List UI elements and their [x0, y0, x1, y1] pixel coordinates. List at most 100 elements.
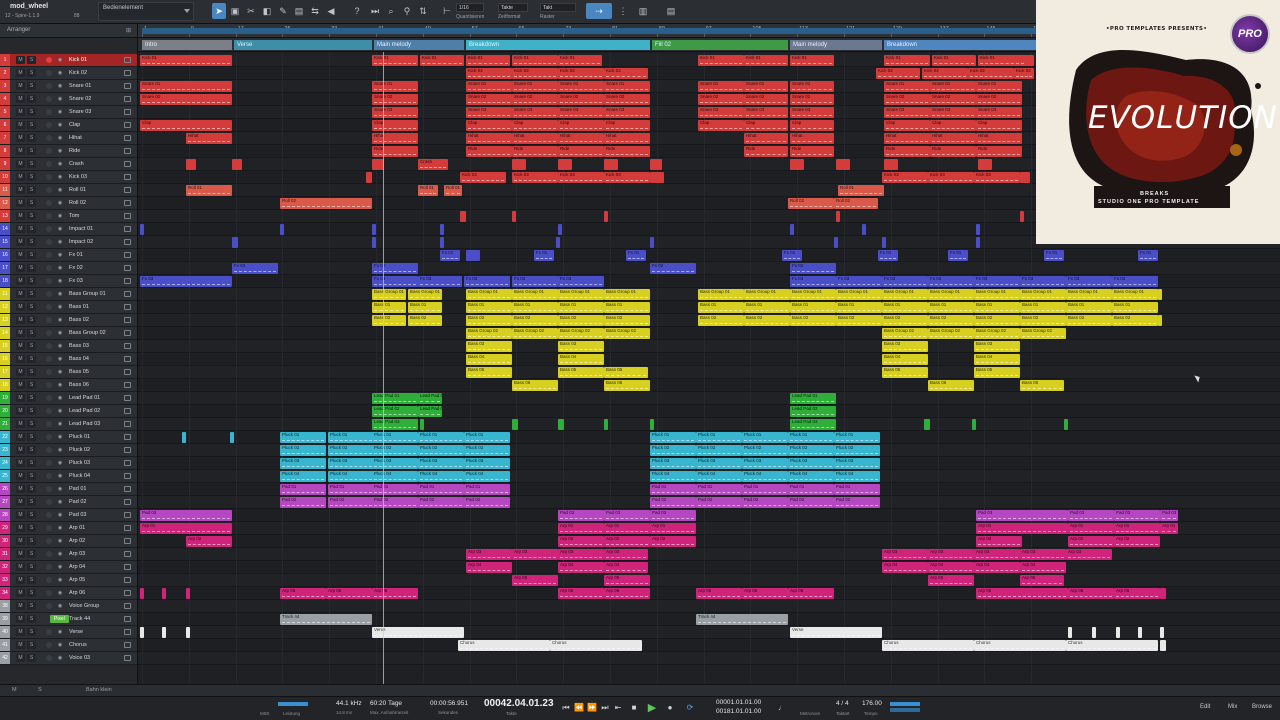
- event-clip[interactable]: Bass Group 01: [836, 289, 882, 300]
- solo-button[interactable]: S: [27, 433, 36, 441]
- track-name[interactable]: Arp 04: [69, 561, 85, 573]
- record-arm-button[interactable]: [46, 512, 52, 518]
- event-clip[interactable]: Kick 01: [372, 55, 418, 66]
- monitor-icon[interactable]: ◉: [56, 394, 64, 402]
- event-clip[interactable]: Ride: [976, 146, 1022, 157]
- record-arm-button[interactable]: [46, 265, 52, 271]
- mute-tool-icon[interactable]: ▤: [292, 3, 306, 19]
- event-clip[interactable]: Pluck 03: [372, 458, 418, 469]
- instrument-icon[interactable]: [124, 564, 131, 570]
- event-clip[interactable]: Kick 01: [558, 55, 602, 66]
- solo-button[interactable]: S: [27, 82, 36, 90]
- event-clip[interactable]: [1024, 55, 1034, 66]
- event-clip[interactable]: Bass 05: [466, 367, 512, 378]
- track-row[interactable]: 13 M S ◉ Tom: [0, 210, 137, 223]
- mute-button[interactable]: M: [16, 355, 25, 363]
- track-name[interactable]: Bass 05: [69, 366, 89, 378]
- event-clip[interactable]: Pluck 03: [650, 458, 696, 469]
- event-clip[interactable]: Snare 03: [884, 107, 930, 118]
- solo-button[interactable]: S: [27, 303, 36, 311]
- event-clip[interactable]: Hihat: [512, 133, 558, 144]
- track-name[interactable]: Arp 03: [69, 548, 85, 560]
- event-clip[interactable]: Snare 03: [604, 107, 650, 118]
- mute-button[interactable]: M: [16, 602, 25, 610]
- event-clip[interactable]: Arp 04: [604, 562, 648, 573]
- track-row[interactable]: 17 M S ◉ Bass 05: [0, 366, 137, 379]
- event-clip[interactable]: Arp 04: [928, 562, 974, 573]
- event-clip[interactable]: Bass 03: [882, 341, 928, 352]
- track-row[interactable]: 38 M S ◉ Voice Group: [0, 600, 137, 613]
- event-clip[interactable]: Bass 06: [512, 380, 558, 391]
- solo-button[interactable]: S: [27, 602, 36, 610]
- monitor-icon[interactable]: ◉: [56, 342, 64, 350]
- event-clip[interactable]: Arp 01: [604, 523, 650, 534]
- track-row[interactable]: 17 M S ◉ Fx 02: [0, 262, 137, 275]
- event-clip[interactable]: Arp 02: [186, 536, 232, 547]
- record-arm-button[interactable]: [46, 317, 52, 323]
- instrument-icon[interactable]: [124, 96, 131, 102]
- event-clip[interactable]: Arp 06: [326, 588, 372, 599]
- solo-button[interactable]: S: [27, 342, 36, 350]
- event-clip[interactable]: Hihat: [372, 133, 418, 144]
- event-clip[interactable]: Ride: [884, 146, 930, 157]
- event-clip[interactable]: Arp 03: [882, 549, 928, 560]
- record-arm-button[interactable]: [46, 369, 52, 375]
- event-clip[interactable]: Arp 06: [976, 588, 1068, 599]
- event-clip[interactable]: Bass 01: [836, 302, 882, 313]
- event-clip[interactable]: Lead Pad 03: [790, 419, 836, 430]
- event-clip[interactable]: Snare 03: [976, 107, 1022, 118]
- event-clip[interactable]: Pad 03: [976, 510, 1068, 521]
- solo-button[interactable]: S: [27, 264, 36, 272]
- track-lane[interactable]: [138, 600, 1280, 613]
- track-row[interactable]: 1 M S ◉ Kick 01: [0, 54, 137, 67]
- event-clip[interactable]: Lead Pad 02: [372, 406, 418, 417]
- event-clip[interactable]: Pluck 01: [696, 432, 742, 443]
- event-clip[interactable]: Bass 01: [466, 302, 512, 313]
- mute-button[interactable]: M: [16, 537, 25, 545]
- mute-button[interactable]: M: [16, 173, 25, 181]
- event-clip[interactable]: [512, 211, 516, 222]
- event-clip[interactable]: Snare 03: [744, 107, 788, 118]
- event-clip[interactable]: Bass Group 02: [974, 328, 1020, 339]
- event-clip[interactable]: [558, 419, 564, 430]
- event-clip[interactable]: Pluck 03: [464, 458, 510, 469]
- monitor-icon[interactable]: ◉: [56, 199, 64, 207]
- event-clip[interactable]: Clap: [558, 120, 604, 131]
- mute-button[interactable]: M: [16, 121, 25, 129]
- event-clip[interactable]: [230, 432, 234, 443]
- instrument-icon[interactable]: [124, 590, 131, 596]
- mute-button[interactable]: M: [16, 160, 25, 168]
- event-clip[interactable]: Ride: [790, 146, 834, 157]
- track-name[interactable]: Impact 02: [69, 236, 93, 248]
- monitor-icon[interactable]: ◉: [56, 186, 64, 194]
- instrument-icon[interactable]: [124, 603, 131, 609]
- event-clip[interactable]: Fx 01: [878, 250, 898, 261]
- mute-button[interactable]: M: [16, 654, 25, 662]
- event-clip[interactable]: Snare 03: [790, 107, 834, 118]
- solo-button[interactable]: S: [27, 511, 36, 519]
- event-clip[interactable]: Arp 01: [1068, 523, 1114, 534]
- event-clip[interactable]: Clap: [698, 120, 744, 131]
- event-clip[interactable]: Bass 02: [1066, 315, 1112, 326]
- record-arm-button[interactable]: [46, 447, 52, 453]
- solo-button[interactable]: S: [27, 121, 36, 129]
- event-clip[interactable]: Ride: [930, 146, 976, 157]
- monitor-icon[interactable]: ◉: [56, 56, 64, 64]
- track-name[interactable]: Tom: [69, 210, 79, 222]
- event-clip[interactable]: Arp 03: [928, 549, 974, 560]
- event-clip[interactable]: Arp 06: [742, 588, 788, 599]
- event-clip[interactable]: Fx 03: [836, 276, 882, 287]
- solo-button[interactable]: S: [27, 355, 36, 363]
- event-clip[interactable]: Kick 03: [460, 172, 506, 183]
- event-clip[interactable]: Bass Group 01: [1112, 289, 1158, 300]
- record-arm-button[interactable]: [46, 239, 52, 245]
- snap-value[interactable]: Takt: [540, 3, 576, 12]
- solo-button[interactable]: S: [27, 524, 36, 532]
- instrument-icon[interactable]: [124, 525, 131, 531]
- event-clip[interactable]: Pad 03: [650, 510, 696, 521]
- event-clip[interactable]: Pluck 02: [372, 445, 418, 456]
- mute-button[interactable]: M: [16, 563, 25, 571]
- event-clip[interactable]: Kick 01: [884, 55, 930, 66]
- help-icon[interactable]: ?: [350, 3, 364, 19]
- monitor-icon[interactable]: ◉: [56, 459, 64, 467]
